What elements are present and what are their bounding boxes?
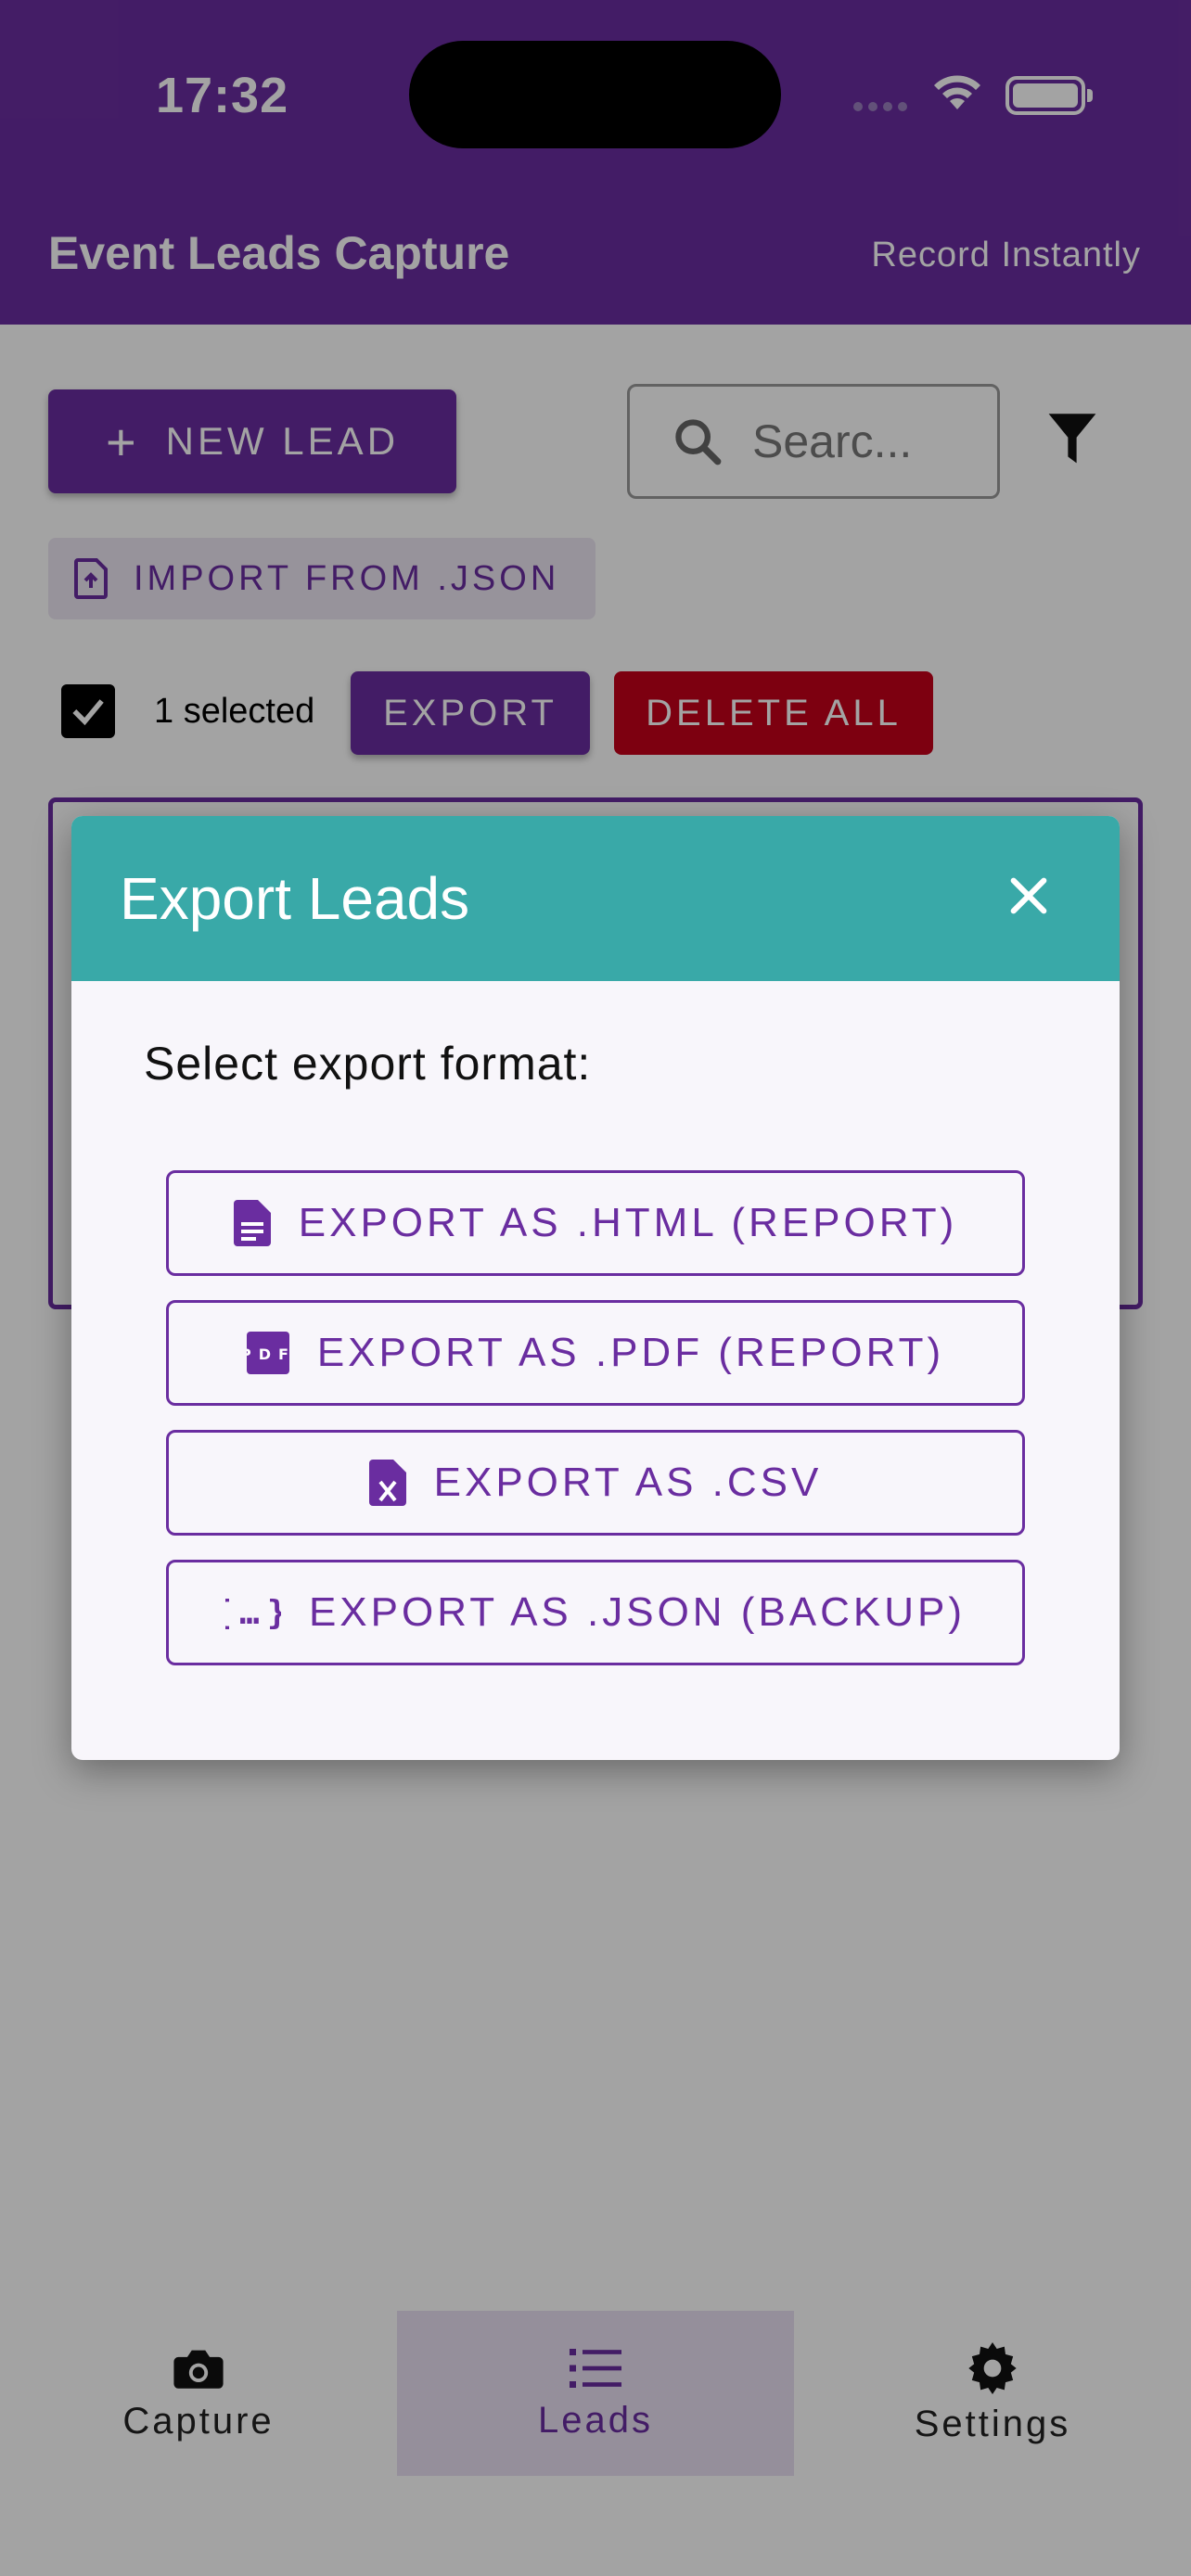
svg-text:PDF: PDF [247, 1345, 289, 1363]
document-icon [233, 1200, 271, 1246]
export-json-label: EXPORT AS .JSON (BACKUP) [308, 1589, 967, 1635]
dialog-prompt: Select export format: [144, 1038, 592, 1090]
export-csv-button[interactable]: EXPORT AS .CSV [166, 1430, 1025, 1536]
export-html-button[interactable]: EXPORT AS .HTML (REPORT) [166, 1170, 1025, 1276]
export-pdf-button[interactable]: PDF EXPORT AS .PDF (REPORT) [166, 1300, 1025, 1406]
export-html-label: EXPORT AS .HTML (REPORT) [298, 1200, 958, 1245]
spreadsheet-file-icon [368, 1460, 406, 1506]
json-braces-icon: {…} [225, 1594, 281, 1632]
export-pdf-label: EXPORT AS .PDF (REPORT) [316, 1330, 945, 1375]
dialog-title: Export Leads [120, 865, 470, 932]
export-leads-dialog: Export Leads Select export format: EXPOR… [71, 816, 1120, 1760]
svg-text:{…}: {…} [225, 1594, 281, 1632]
dialog-header: Export Leads [71, 816, 1120, 981]
export-json-button[interactable]: {…} EXPORT AS .JSON (BACKUP) [166, 1560, 1025, 1665]
close-icon[interactable] [1003, 870, 1055, 922]
export-csv-label: EXPORT AS .CSV [433, 1460, 823, 1505]
pdf-icon: PDF [246, 1332, 289, 1374]
